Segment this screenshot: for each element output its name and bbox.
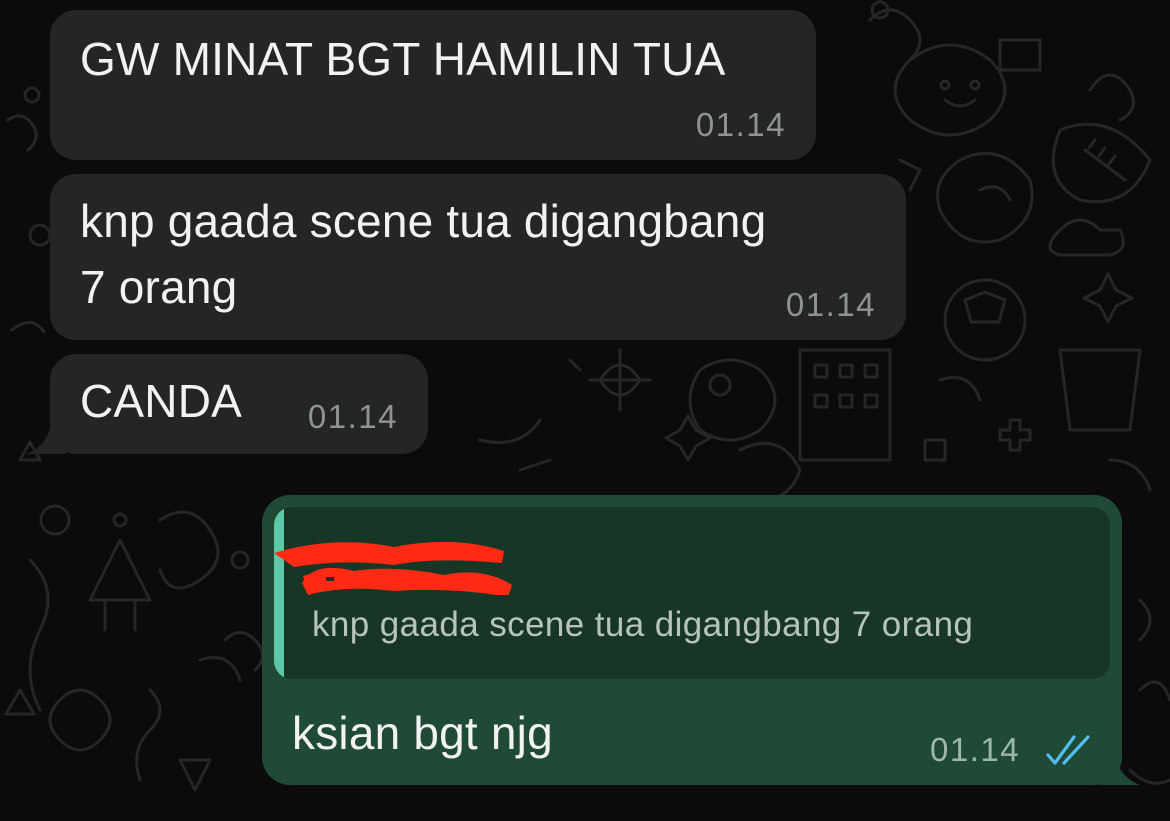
message-timestamp: 01.14 (785, 286, 876, 323)
quoted-message[interactable]: knp gaada scene tua digangbang 7 orang (274, 507, 1110, 679)
redacted-sender-name (274, 541, 512, 595)
outgoing-bubble-tail (1100, 751, 1140, 785)
message-text-line-2: 7 orang (80, 261, 238, 313)
outgoing-reply-bubble[interactable]: knp gaada scene tua digangbang 7 orang k… (262, 495, 1122, 785)
chat-thread: GW MINAT BGT HAMILIN TUA 01.14 knp gaada… (0, 0, 1170, 821)
message-text: ksian bgt njg (292, 707, 553, 759)
message-text: CANDA (80, 375, 243, 427)
read-receipt-icon (1046, 735, 1090, 765)
quoted-message-text: knp gaada scene tua digangbang 7 orang (312, 605, 974, 644)
incoming-message-bubble[interactable]: CANDA 01.14 (50, 354, 428, 454)
message-timestamp: 01.14 (307, 398, 398, 435)
incoming-message-bubble[interactable]: knp gaada scene tua digangbang 7 orang 0… (50, 174, 906, 340)
incoming-message-bubble[interactable]: GW MINAT BGT HAMILIN TUA 01.14 (50, 10, 816, 160)
message-timestamp: 01.14 (930, 731, 1021, 768)
incoming-bubble-tail (26, 420, 66, 454)
message-text: GW MINAT BGT HAMILIN TUA (80, 33, 726, 85)
message-timestamp: 01.14 (695, 106, 786, 143)
message-text-line-1: knp gaada scene tua digangbang (80, 195, 767, 247)
